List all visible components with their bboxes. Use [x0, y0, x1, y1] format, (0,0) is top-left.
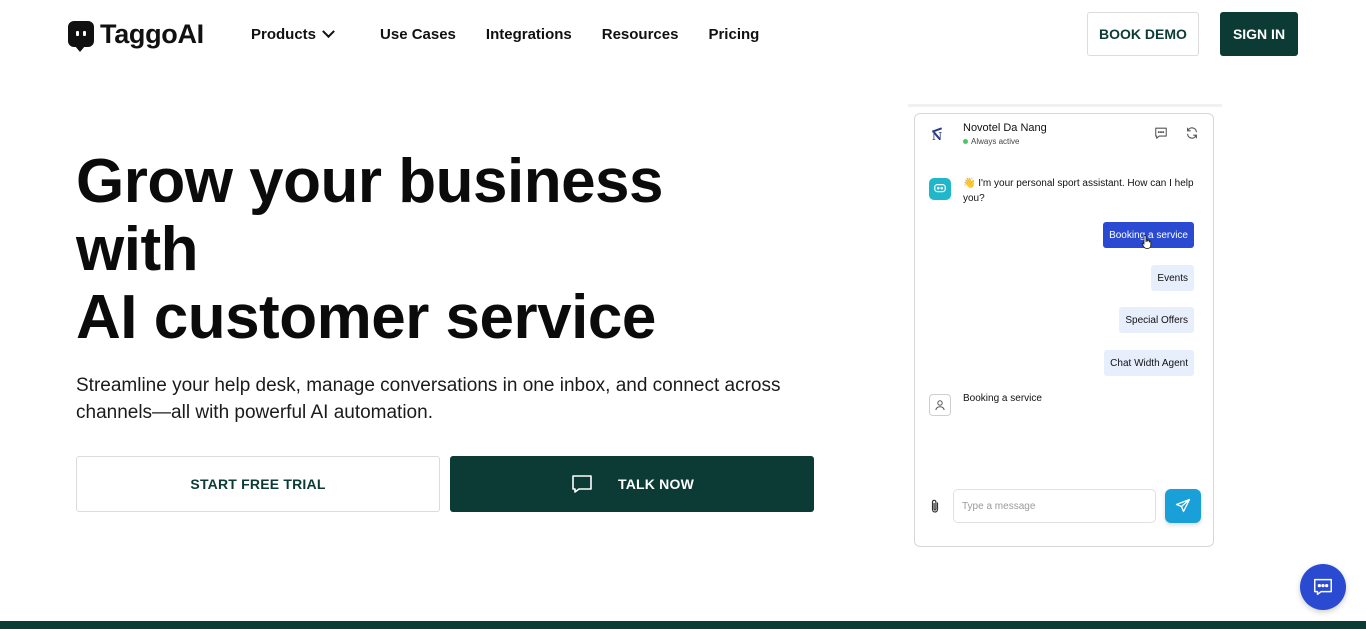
refresh-icon[interactable]: [1185, 126, 1199, 140]
logo[interactable]: TaggoAI: [68, 18, 204, 52]
option-events[interactable]: Events: [1151, 265, 1194, 291]
business-name: Novotel Da Nang: [963, 122, 1047, 134]
book-demo-button[interactable]: BOOK DEMO: [1087, 12, 1199, 56]
hero-title-line-1: Grow your business: [76, 147, 664, 216]
talk-now-label: TALK NOW: [618, 476, 694, 492]
chat-widget-preview: N Novotel Da Nang Always active 👋 I'm yo…: [914, 113, 1214, 547]
send-icon: [1175, 498, 1191, 513]
online-dot-icon: [963, 139, 968, 144]
hero-subtitle: Streamline your help desk, manage conver…: [76, 375, 781, 423]
chat-bubble-icon[interactable]: [1154, 126, 1168, 140]
hero-title-line-3: AI customer service: [76, 283, 656, 352]
logo-text: TaggoAI: [100, 18, 204, 49]
user-avatar-icon: [929, 394, 951, 416]
chat-header: N Novotel Da Nang Always active: [915, 114, 1213, 154]
nav-resources[interactable]: Resources: [602, 26, 679, 43]
start-free-trial-button[interactable]: START FREE TRIAL: [76, 456, 440, 512]
chat-launcher-button[interactable]: [1300, 564, 1346, 610]
nav-products-label: Products: [251, 25, 317, 43]
chat-bubble-icon: [1314, 578, 1332, 596]
chat-preview-shadow: [908, 104, 1222, 107]
talk-now-button[interactable]: TALK NOW: [450, 456, 814, 512]
sign-in-button[interactable]: SIGN IN: [1220, 12, 1298, 56]
nav-links: Products Use Cases Integrations Resource…: [251, 22, 759, 46]
nav-pricing[interactable]: Pricing: [708, 26, 759, 43]
chevron-down-icon: [322, 24, 335, 38]
nav-products[interactable]: Products: [251, 24, 335, 43]
status-text: Always active: [971, 137, 1020, 146]
paperclip-icon[interactable]: [929, 498, 941, 514]
chat-bubble-icon: [572, 475, 592, 493]
nav-integrations[interactable]: Integrations: [486, 26, 572, 43]
bot-message: 👋 I'm your personal sport assistant. How…: [963, 178, 1194, 204]
hand-cursor-icon: [1141, 235, 1152, 249]
nav-use-cases[interactable]: Use Cases: [380, 26, 456, 43]
option-special-offers[interactable]: Special Offers: [1119, 307, 1194, 333]
user-message: Booking a service: [963, 393, 1042, 404]
status-indicator: Always active: [963, 137, 1019, 146]
bot-avatar-icon: [929, 178, 951, 200]
message-input[interactable]: [953, 489, 1156, 523]
next-section-band: [0, 621, 1366, 629]
logo-icon: [68, 21, 94, 52]
hero-title: Grow your business with AI customer serv…: [76, 148, 796, 352]
option-chat-with-agent[interactable]: Chat Width Agent: [1104, 350, 1194, 376]
top-nav: TaggoAI Products Use Cases Integrations …: [0, 0, 1366, 68]
hero-title-line-2: with: [76, 215, 198, 284]
novotel-logo: N: [929, 124, 945, 144]
send-button[interactable]: [1165, 489, 1201, 523]
